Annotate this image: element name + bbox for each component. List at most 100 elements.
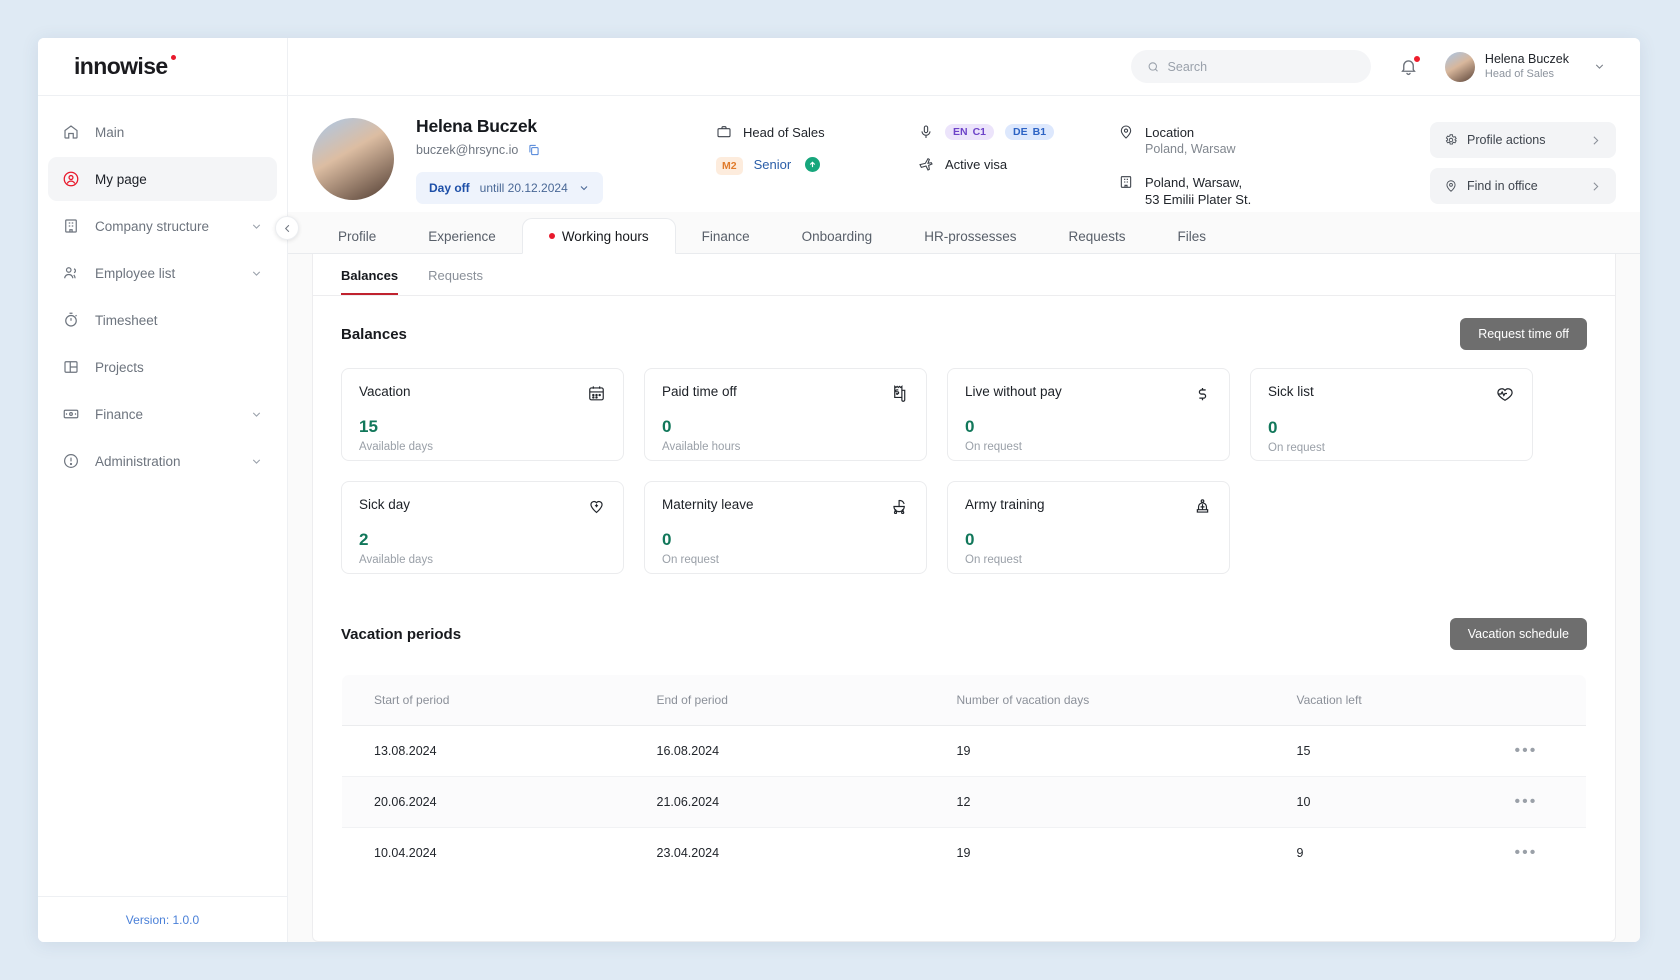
user-menu[interactable]: Helena Buczek Head of Sales bbox=[1445, 52, 1640, 82]
balance-card-vacation[interactable]: Vacation 15 Available days bbox=[341, 368, 624, 461]
tab-working-hours[interactable]: Working hours bbox=[522, 218, 676, 254]
sidebar-collapse-button[interactable] bbox=[275, 216, 299, 240]
vacation-periods-table: Start of period End of period Number of … bbox=[341, 674, 1587, 879]
row-menu-button[interactable]: ••• bbox=[1515, 793, 1538, 810]
tab-onboarding[interactable]: Onboarding bbox=[776, 218, 899, 254]
avatar bbox=[1445, 52, 1475, 82]
balance-card-sub: Available days bbox=[359, 441, 606, 453]
search-input[interactable] bbox=[1168, 60, 1355, 74]
tab-profile[interactable]: Profile bbox=[312, 218, 402, 254]
receipt-dollar-icon bbox=[890, 384, 909, 408]
app-window: innowise Helena Buczek Head of Sales bbox=[38, 38, 1640, 942]
search-box[interactable] bbox=[1131, 50, 1371, 83]
sidebar-item-my-page[interactable]: My page bbox=[48, 157, 277, 201]
profile-identity: Helena Buczek buczek@hrsync.io Day off u… bbox=[416, 116, 708, 204]
visa-row: Active visa bbox=[918, 156, 1118, 173]
profile-actions-button[interactable]: Profile actions bbox=[1430, 122, 1616, 158]
home-icon bbox=[62, 123, 81, 141]
table-row[interactable]: 10.04.2024 23.04.2024 19 9 ••• bbox=[342, 828, 1587, 879]
profile-actions-label: Profile actions bbox=[1467, 133, 1546, 147]
balance-card-value: 0 bbox=[662, 530, 909, 550]
tab-requests[interactable]: Requests bbox=[1042, 218, 1151, 254]
subtab-balances[interactable]: Balances bbox=[341, 268, 398, 295]
sidebar-item-projects[interactable]: Projects bbox=[48, 345, 277, 389]
balance-card-title: Vacation bbox=[359, 384, 411, 399]
sidebar-item-company-structure[interactable]: Company structure bbox=[48, 204, 277, 248]
chevron-right-icon bbox=[1589, 180, 1602, 193]
languages-row: EN C1 DE B1 bbox=[918, 124, 1118, 140]
balance-card-paid-time-off[interactable]: Paid time off 0 Available hours bbox=[644, 368, 927, 461]
sidebar-item-employee-list[interactable]: Employee list bbox=[48, 251, 277, 295]
alert-circle-icon bbox=[62, 452, 81, 470]
profile-location-column: Location Poland, Warsaw Poland, Warsaw, … bbox=[1118, 116, 1330, 208]
profile-language-column: EN C1 DE B1 Active visa bbox=[918, 116, 1118, 173]
balance-card-title: Sick list bbox=[1268, 384, 1314, 399]
profile-position-column: Head of Sales M2 Senior bbox=[716, 116, 918, 175]
balance-card-sick-list[interactable]: Sick list 0 On request bbox=[1250, 368, 1533, 461]
sidebar-item-label: Finance bbox=[95, 407, 250, 422]
table-header: Start of period End of period Number of … bbox=[342, 675, 1587, 726]
pin-icon bbox=[1444, 179, 1458, 193]
office-line-2: 53 Emilii Plater St. bbox=[1145, 191, 1251, 208]
day-off-dropdown[interactable]: Day off untill 20.12.2024 bbox=[416, 172, 603, 204]
balance-card-value: 0 bbox=[965, 530, 1212, 550]
tab-label: Requests bbox=[1068, 229, 1125, 244]
language-level: C1 bbox=[973, 126, 986, 138]
sidebar-item-finance[interactable]: Finance bbox=[48, 392, 277, 436]
logo[interactable]: innowise bbox=[74, 53, 168, 80]
find-in-office-button[interactable]: Find in office bbox=[1430, 168, 1616, 204]
sidebar-item-label: Company structure bbox=[95, 219, 250, 234]
cell-days: 19 bbox=[925, 828, 1265, 879]
balance-card-value: 15 bbox=[359, 417, 606, 437]
balance-card-sub: Available hours bbox=[662, 441, 909, 453]
cell-start: 10.04.2024 bbox=[342, 828, 625, 879]
tab-label: Profile bbox=[338, 229, 376, 244]
grade-label: Senior bbox=[754, 157, 792, 172]
copy-icon[interactable] bbox=[527, 143, 541, 157]
tab-finance[interactable]: Finance bbox=[676, 218, 776, 254]
content-panel: Balances Requests Balances Request time … bbox=[312, 254, 1616, 942]
chevron-down-icon bbox=[1593, 60, 1606, 73]
balances-header: Balances Request time off bbox=[313, 296, 1615, 350]
cell-days: 19 bbox=[925, 726, 1265, 777]
tab-hr-processes[interactable]: HR-prossesses bbox=[898, 218, 1042, 254]
sidebar-item-main[interactable]: Main bbox=[48, 110, 277, 154]
banknote-icon bbox=[62, 405, 81, 423]
balance-card-live-without-pay[interactable]: Live without pay 0 On request bbox=[947, 368, 1230, 461]
tab-experience[interactable]: Experience bbox=[402, 218, 522, 254]
row-menu-button[interactable]: ••• bbox=[1515, 742, 1538, 759]
sidebar-item-timesheet[interactable]: Timesheet bbox=[48, 298, 277, 342]
vacation-periods-header: Vacation periods Vacation schedule bbox=[313, 596, 1615, 650]
user-role: Head of Sales bbox=[1485, 67, 1569, 81]
chevron-left-icon bbox=[282, 223, 293, 234]
table-row[interactable]: 13.08.2024 16.08.2024 19 15 ••• bbox=[342, 726, 1587, 777]
sidebar-item-administration[interactable]: Administration bbox=[48, 439, 277, 483]
cell-left: 9 bbox=[1265, 828, 1515, 879]
profile-actions-column: Profile actions Find in office bbox=[1430, 116, 1616, 204]
profile-header: Helena Buczek buczek@hrsync.io Day off u… bbox=[288, 96, 1640, 212]
balance-card-sick-day[interactable]: Sick day 2 Available days bbox=[341, 481, 624, 574]
version-label: Version: 1.0.0 bbox=[38, 896, 287, 942]
top-bar: innowise Helena Buczek Head of Sales bbox=[38, 38, 1640, 96]
dollar-icon bbox=[1193, 384, 1212, 408]
tab-label: Working hours bbox=[562, 229, 649, 244]
notifications-button[interactable] bbox=[1399, 57, 1419, 77]
heart-plus-icon bbox=[587, 497, 606, 521]
location-label: Location bbox=[1145, 125, 1194, 140]
search-icon bbox=[1147, 60, 1160, 74]
main-area: Helena Buczek buczek@hrsync.io Day off u… bbox=[288, 96, 1640, 942]
balance-card-army-training[interactable]: Army training 0 On request bbox=[947, 481, 1230, 574]
row-menu-button[interactable]: ••• bbox=[1515, 844, 1538, 861]
army-icon bbox=[1193, 497, 1212, 521]
request-time-off-button[interactable]: Request time off bbox=[1460, 318, 1587, 350]
balance-card-maternity-leave[interactable]: Maternity leave 0 On request bbox=[644, 481, 927, 574]
subtab-requests[interactable]: Requests bbox=[428, 268, 483, 295]
tab-label: Experience bbox=[428, 229, 496, 244]
sidebar-item-label: Employee list bbox=[95, 266, 250, 281]
tab-files[interactable]: Files bbox=[1152, 218, 1233, 254]
building-icon bbox=[1118, 174, 1134, 190]
table-row[interactable]: 20.06.2024 21.06.2024 12 10 ••• bbox=[342, 777, 1587, 828]
day-off-label: Day off bbox=[429, 181, 470, 195]
heart-pulse-icon bbox=[1495, 384, 1515, 409]
vacation-schedule-button[interactable]: Vacation schedule bbox=[1450, 618, 1587, 650]
